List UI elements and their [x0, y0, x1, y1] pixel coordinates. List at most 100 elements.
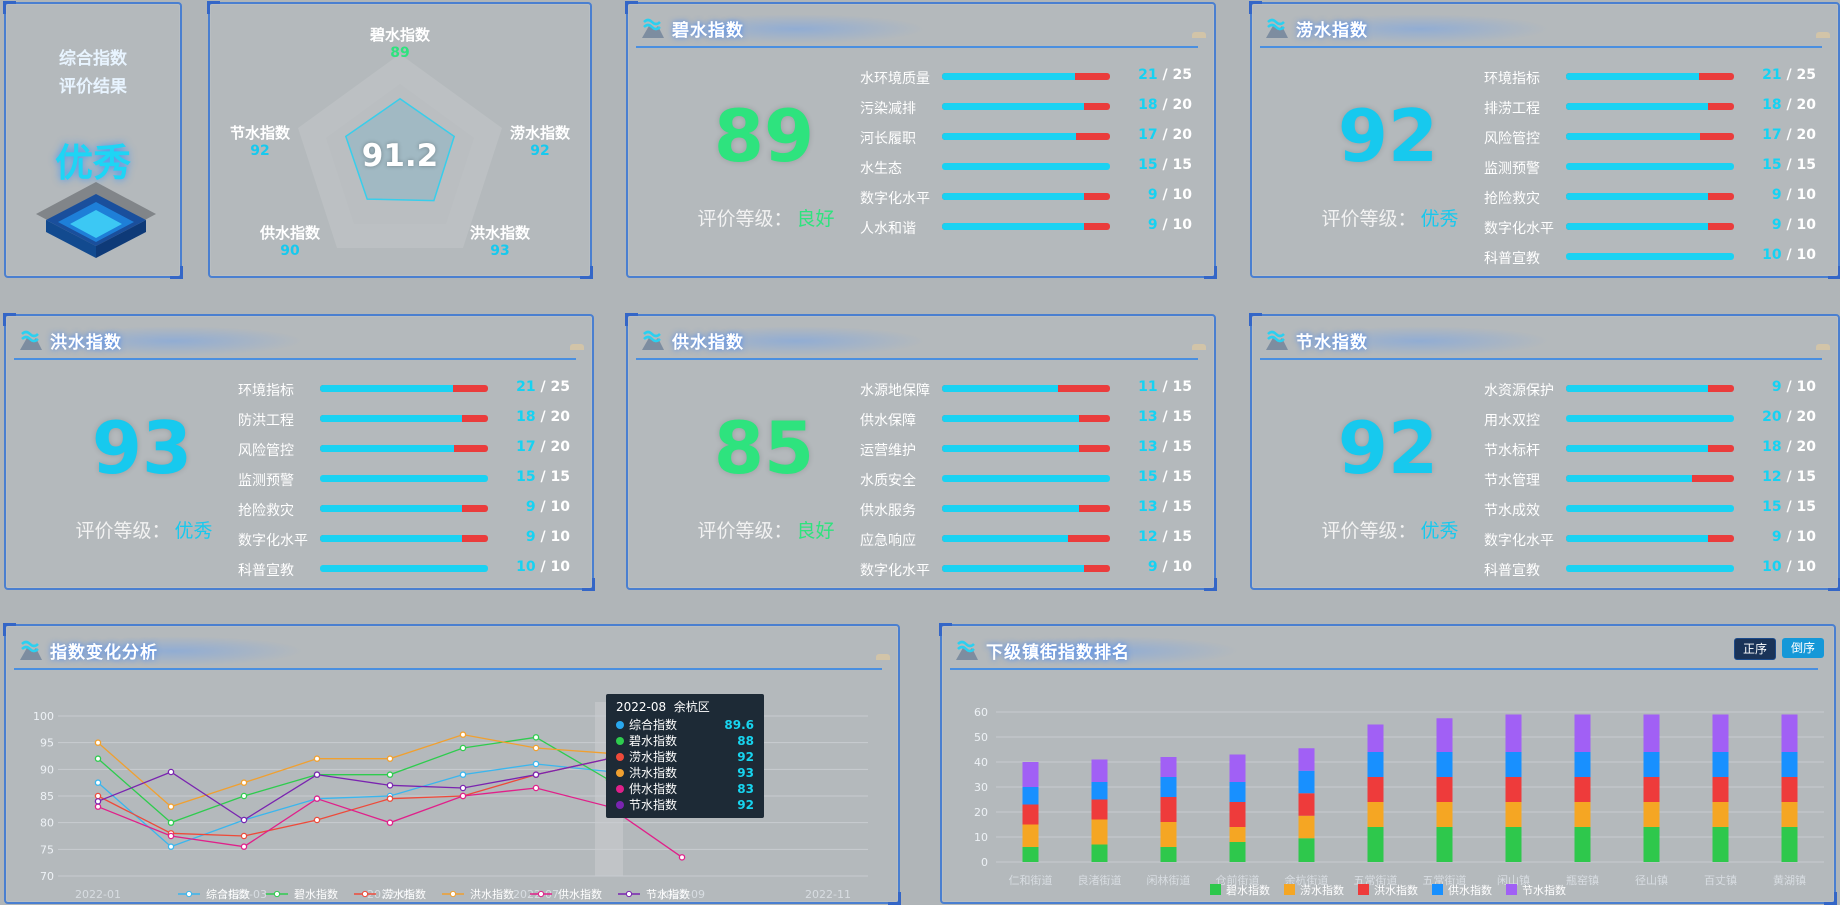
- series-point[interactable]: [532, 744, 540, 752]
- series-point[interactable]: [386, 771, 394, 778]
- legend-label[interactable]: 涝水指数: [382, 887, 426, 901]
- bar-segment[interactable]: [1091, 819, 1108, 845]
- series-point[interactable]: [94, 739, 102, 746]
- series-point[interactable]: [459, 771, 467, 778]
- bar-segment[interactable]: [1091, 844, 1108, 863]
- legend-label[interactable]: 节水指数: [1522, 883, 1566, 897]
- series-point[interactable]: [167, 832, 175, 840]
- bar-segment[interactable]: [1436, 802, 1453, 827]
- bar-segment[interactable]: [1436, 718, 1453, 752]
- bar-segment[interactable]: [1022, 804, 1039, 825]
- bar-segment[interactable]: [1298, 748, 1315, 771]
- bar-segment[interactable]: [1574, 802, 1591, 827]
- bar-segment[interactable]: [1643, 802, 1660, 827]
- series-point[interactable]: [167, 843, 175, 850]
- bar-segment[interactable]: [1160, 757, 1177, 777]
- series-point[interactable]: [313, 755, 321, 762]
- bar-segment[interactable]: [1229, 827, 1246, 842]
- legend-label[interactable]: 洪水指数: [1374, 883, 1418, 897]
- bar-segment[interactable]: [1781, 752, 1798, 777]
- series-point[interactable]: [459, 731, 467, 738]
- bar-segment[interactable]: [1574, 777, 1591, 802]
- series-point[interactable]: [532, 734, 540, 741]
- series-point[interactable]: [313, 816, 321, 824]
- bar-segment[interactable]: [1367, 724, 1384, 753]
- bar-segment[interactable]: [1643, 827, 1660, 862]
- bar-segment[interactable]: [1781, 802, 1798, 827]
- bar-segment[interactable]: [1781, 714, 1798, 753]
- bar-segment[interactable]: [1160, 847, 1177, 862]
- legend-label[interactable]: 供水指数: [558, 887, 602, 901]
- bar-segment[interactable]: [1712, 777, 1729, 802]
- series-point[interactable]: [459, 784, 467, 792]
- series-point[interactable]: [532, 760, 540, 768]
- bar-segment[interactable]: [1712, 714, 1729, 753]
- bar-segment[interactable]: [1643, 714, 1660, 753]
- bar-segment[interactable]: [1091, 759, 1108, 783]
- bar-segment[interactable]: [1229, 782, 1246, 802]
- legend-label[interactable]: 碧水指数: [294, 887, 338, 901]
- bar-segment[interactable]: [1298, 770, 1315, 794]
- bar-segment[interactable]: [1022, 847, 1039, 862]
- series-point[interactable]: [459, 744, 467, 752]
- bar-segment[interactable]: [1505, 752, 1522, 777]
- series-point[interactable]: [313, 795, 321, 802]
- legend-label[interactable]: 综合指数: [206, 887, 250, 901]
- series-point[interactable]: [94, 803, 102, 810]
- bar-segment[interactable]: [1160, 822, 1177, 847]
- bar-segment[interactable]: [1022, 762, 1039, 787]
- bar-segment[interactable]: [1574, 714, 1591, 753]
- bar-segment[interactable]: [1436, 827, 1453, 862]
- bar-segment[interactable]: [1298, 815, 1315, 839]
- bar-segment[interactable]: [1367, 827, 1384, 862]
- series-point[interactable]: [94, 792, 102, 800]
- series-point[interactable]: [94, 755, 102, 762]
- sort-descending-button[interactable]: 倒序: [1782, 638, 1824, 658]
- bar-segment[interactable]: [1712, 752, 1729, 777]
- bar-segment[interactable]: [1367, 777, 1384, 802]
- series-point[interactable]: [94, 779, 102, 786]
- bar-segment[interactable]: [1505, 777, 1522, 802]
- bar-segment[interactable]: [1574, 752, 1591, 777]
- bar-segment[interactable]: [1505, 827, 1522, 862]
- legend-label[interactable]: 供水指数: [1448, 883, 1492, 897]
- series-point[interactable]: [167, 819, 175, 826]
- bar-segment[interactable]: [1160, 777, 1177, 797]
- series-point[interactable]: [386, 755, 394, 762]
- series-point[interactable]: [532, 771, 540, 778]
- series-point[interactable]: [459, 792, 467, 800]
- series-point[interactable]: [240, 816, 248, 824]
- bar-segment[interactable]: [1298, 838, 1315, 862]
- legend-label[interactable]: 涝水指数: [1300, 883, 1344, 897]
- bar-segment[interactable]: [1091, 782, 1108, 800]
- bar-segment[interactable]: [1643, 752, 1660, 777]
- bar-segment[interactable]: [1229, 802, 1246, 827]
- bar-segment[interactable]: [1160, 797, 1177, 822]
- legend-label[interactable]: 碧水指数: [1226, 883, 1270, 897]
- bar-segment[interactable]: [1781, 777, 1798, 802]
- bar-segment[interactable]: [1091, 799, 1108, 820]
- series-point[interactable]: [167, 803, 175, 810]
- bar-segment[interactable]: [1436, 752, 1453, 777]
- bar-segment[interactable]: [1229, 842, 1246, 862]
- legend-label[interactable]: 节水指数: [646, 887, 690, 901]
- bar-segment[interactable]: [1022, 787, 1039, 805]
- series-point[interactable]: [240, 779, 248, 786]
- series-point[interactable]: [386, 819, 394, 826]
- bar-segment[interactable]: [1781, 827, 1798, 862]
- series-point[interactable]: [386, 795, 394, 802]
- bar-segment[interactable]: [1298, 793, 1315, 816]
- series-point[interactable]: [386, 782, 394, 789]
- sort-ascending-button[interactable]: 正序: [1734, 638, 1776, 660]
- bar-segment[interactable]: [1022, 824, 1039, 848]
- series-point[interactable]: [313, 771, 321, 778]
- bar-segment[interactable]: [1436, 777, 1453, 802]
- series-point[interactable]: [240, 792, 248, 800]
- bar-segment[interactable]: [1367, 752, 1384, 777]
- bar-segment[interactable]: [1505, 714, 1522, 753]
- series-point[interactable]: [678, 854, 686, 861]
- series-point[interactable]: [240, 843, 248, 850]
- ranking-bar-chart[interactable]: 0102030405060仁和街道 良渚街道 闲林街道 仓前街道 余杭街道 五常街道 五常街…: [942, 666, 1832, 902]
- bar-segment[interactable]: [1712, 827, 1729, 862]
- bar-segment[interactable]: [1712, 802, 1729, 827]
